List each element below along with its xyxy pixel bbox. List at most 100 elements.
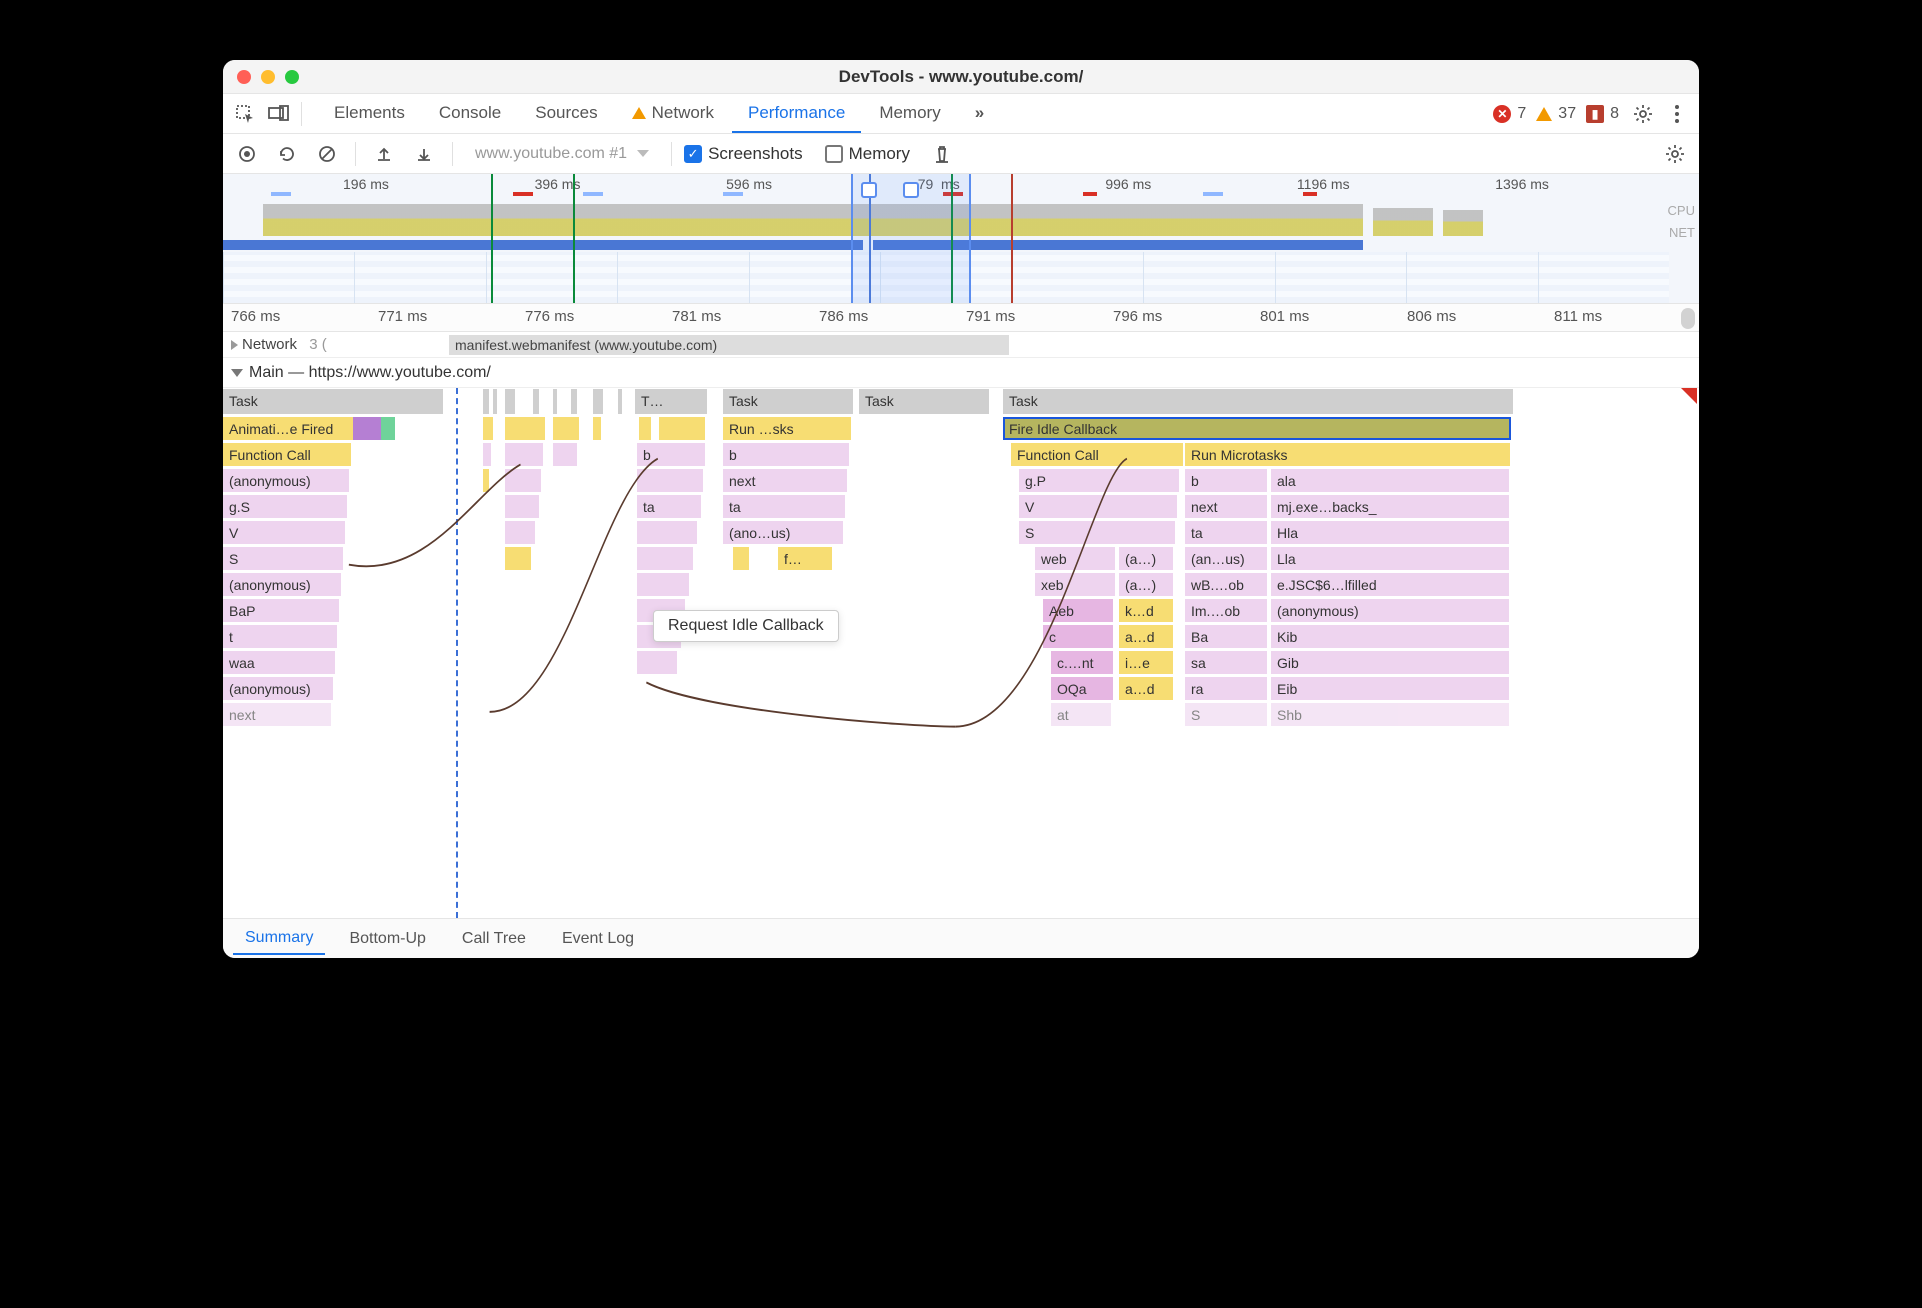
flame-segment[interactable] xyxy=(505,547,531,570)
flame-segment[interactable]: (anonymous) xyxy=(223,469,349,492)
flame-segment[interactable]: xeb xyxy=(1035,573,1115,596)
flame-segment[interactable]: ta xyxy=(1185,521,1267,544)
flame-segment[interactable]: e.JSC$6…lfilled xyxy=(1271,573,1509,596)
flame-segment[interactable] xyxy=(505,521,535,544)
flame-segment[interactable] xyxy=(553,389,557,414)
main-thread-header[interactable]: Main — https://www.youtube.com/ xyxy=(223,358,1699,388)
flame-segment[interactable]: waa xyxy=(223,651,335,674)
tab-performance[interactable]: Performance xyxy=(732,95,861,133)
flame-segment[interactable]: (a…) xyxy=(1119,573,1173,596)
inspect-element-icon[interactable] xyxy=(229,98,261,130)
flame-segment[interactable] xyxy=(483,417,493,440)
flame-segment[interactable]: Task xyxy=(723,389,853,414)
flame-segment[interactable]: k…d xyxy=(1119,599,1173,622)
flame-segment[interactable] xyxy=(483,469,489,492)
tab-console[interactable]: Console xyxy=(423,95,517,133)
flame-segment[interactable]: OQa xyxy=(1051,677,1113,700)
flame-segment[interactable]: f… xyxy=(778,547,832,570)
flame-segment[interactable] xyxy=(483,443,491,466)
flame-segment[interactable]: g.P xyxy=(1019,469,1179,492)
flame-segment[interactable]: b xyxy=(637,443,705,466)
flame-segment[interactable] xyxy=(637,573,689,596)
flame-segment[interactable]: mj.exe…backs_ xyxy=(1271,495,1509,518)
flame-segment[interactable]: Kib xyxy=(1271,625,1509,648)
flame-segment[interactable]: ta xyxy=(723,495,845,518)
flame-segment[interactable]: g.S xyxy=(223,495,347,518)
flame-segment[interactable]: V xyxy=(1019,495,1177,518)
flame-segment[interactable] xyxy=(553,443,577,466)
screenshots-checkbox[interactable]: Screenshots xyxy=(684,144,803,164)
flame-segment[interactable]: Lla xyxy=(1271,547,1509,570)
device-toolbar-icon[interactable] xyxy=(263,98,295,130)
flame-segment[interactable] xyxy=(593,389,603,414)
flame-segment[interactable]: (ano…us) xyxy=(723,521,843,544)
flame-segment[interactable] xyxy=(618,389,622,414)
flame-segment[interactable]: (anonymous) xyxy=(223,677,333,700)
flame-segment[interactable]: Ba xyxy=(1185,625,1267,648)
flame-segment[interactable]: S xyxy=(1019,521,1175,544)
flame-segment[interactable] xyxy=(505,443,543,466)
flame-segment[interactable] xyxy=(639,417,651,440)
flame-segment[interactable] xyxy=(353,417,381,440)
warnings-badge[interactable]: 37 xyxy=(1536,105,1576,123)
record-icon[interactable] xyxy=(231,138,263,170)
minimize-window-icon[interactable] xyxy=(261,70,275,84)
flame-segment[interactable]: Task xyxy=(859,389,989,414)
flame-segment[interactable]: c.…nt xyxy=(1051,651,1113,674)
flame-segment[interactable]: (anonymous) xyxy=(1271,599,1509,622)
flame-segment[interactable]: (a…) xyxy=(1119,547,1173,570)
flame-segment[interactable]: Function Call xyxy=(223,443,351,466)
flame-segment[interactable] xyxy=(571,389,577,414)
garbage-collect-icon[interactable] xyxy=(926,138,958,170)
collapse-icon[interactable] xyxy=(231,369,243,377)
flame-segment[interactable] xyxy=(505,417,545,440)
flame-segment[interactable]: b xyxy=(1185,469,1267,492)
flame-segment[interactable] xyxy=(493,389,497,414)
flame-segment[interactable] xyxy=(637,651,677,674)
flame-segment[interactable]: t xyxy=(223,625,337,648)
tab-elements[interactable]: Elements xyxy=(318,95,421,133)
errors-badge[interactable]: ✕7 xyxy=(1493,105,1526,123)
kebab-menu-icon[interactable] xyxy=(1661,98,1693,130)
flame-segment[interactable]: ta xyxy=(637,495,701,518)
flame-segment[interactable] xyxy=(637,521,697,544)
flame-segment[interactable]: Function Call xyxy=(1011,443,1183,466)
flame-segment[interactable]: Run Microtasks xyxy=(1185,443,1510,466)
capture-settings-gear-icon[interactable] xyxy=(1659,138,1691,170)
flame-segment[interactable]: Aeb xyxy=(1043,599,1113,622)
network-track[interactable]: Network 3 ( manifest.webmanifest (www.yo… xyxy=(223,332,1699,358)
flame-segment[interactable]: S xyxy=(1185,703,1267,726)
detail-ruler[interactable]: 766 ms 771 ms 776 ms 781 ms 786 ms 791 m… xyxy=(223,304,1699,332)
flame-segment[interactable]: a…d xyxy=(1119,677,1173,700)
flame-segment[interactable] xyxy=(505,469,541,492)
overview-strip[interactable]: 196 ms 396 ms 596 ms 79 ms 996 ms 1196 m… xyxy=(223,174,1699,304)
overview-selection-handle-right[interactable] xyxy=(903,182,919,198)
flame-segment[interactable]: Task xyxy=(1003,389,1513,414)
reload-record-icon[interactable] xyxy=(271,138,303,170)
flame-segment[interactable]: ra xyxy=(1185,677,1267,700)
flame-segment[interactable]: a…d xyxy=(1119,625,1173,648)
flame-segment[interactable]: BaP xyxy=(223,599,339,622)
flame-segment[interactable]: Animati…e Fired xyxy=(223,417,353,440)
flame-chart[interactable]: Task T… Task Task Task Animati…e Fired xyxy=(223,388,1699,918)
flame-segment[interactable]: V xyxy=(223,521,345,544)
zoom-window-icon[interactable] xyxy=(285,70,299,84)
flame-segment[interactable]: T… xyxy=(635,389,707,414)
issues-badge[interactable]: ▮8 xyxy=(1586,105,1619,123)
details-tab-bottomup[interactable]: Bottom-Up xyxy=(337,924,437,954)
flame-segment[interactable] xyxy=(381,417,395,440)
tab-network[interactable]: Network xyxy=(616,95,730,133)
flame-segment[interactable]: at xyxy=(1051,703,1111,726)
tab-memory[interactable]: Memory xyxy=(863,95,956,133)
flame-segment[interactable]: Fire Idle Callback xyxy=(1003,417,1511,440)
clear-icon[interactable] xyxy=(311,138,343,170)
network-request-bar[interactable]: manifest.webmanifest (www.youtube.com) xyxy=(449,335,1009,355)
flame-segment[interactable]: Eib xyxy=(1271,677,1509,700)
flame-segment[interactable]: ala xyxy=(1271,469,1509,492)
flame-segment[interactable]: sa xyxy=(1185,651,1267,674)
flame-segment[interactable]: S xyxy=(223,547,343,570)
download-profile-icon[interactable] xyxy=(408,138,440,170)
flame-segment[interactable] xyxy=(505,389,515,414)
ruler-scrollbar[interactable] xyxy=(1681,308,1695,329)
flame-segment[interactable]: Shb xyxy=(1271,703,1509,726)
